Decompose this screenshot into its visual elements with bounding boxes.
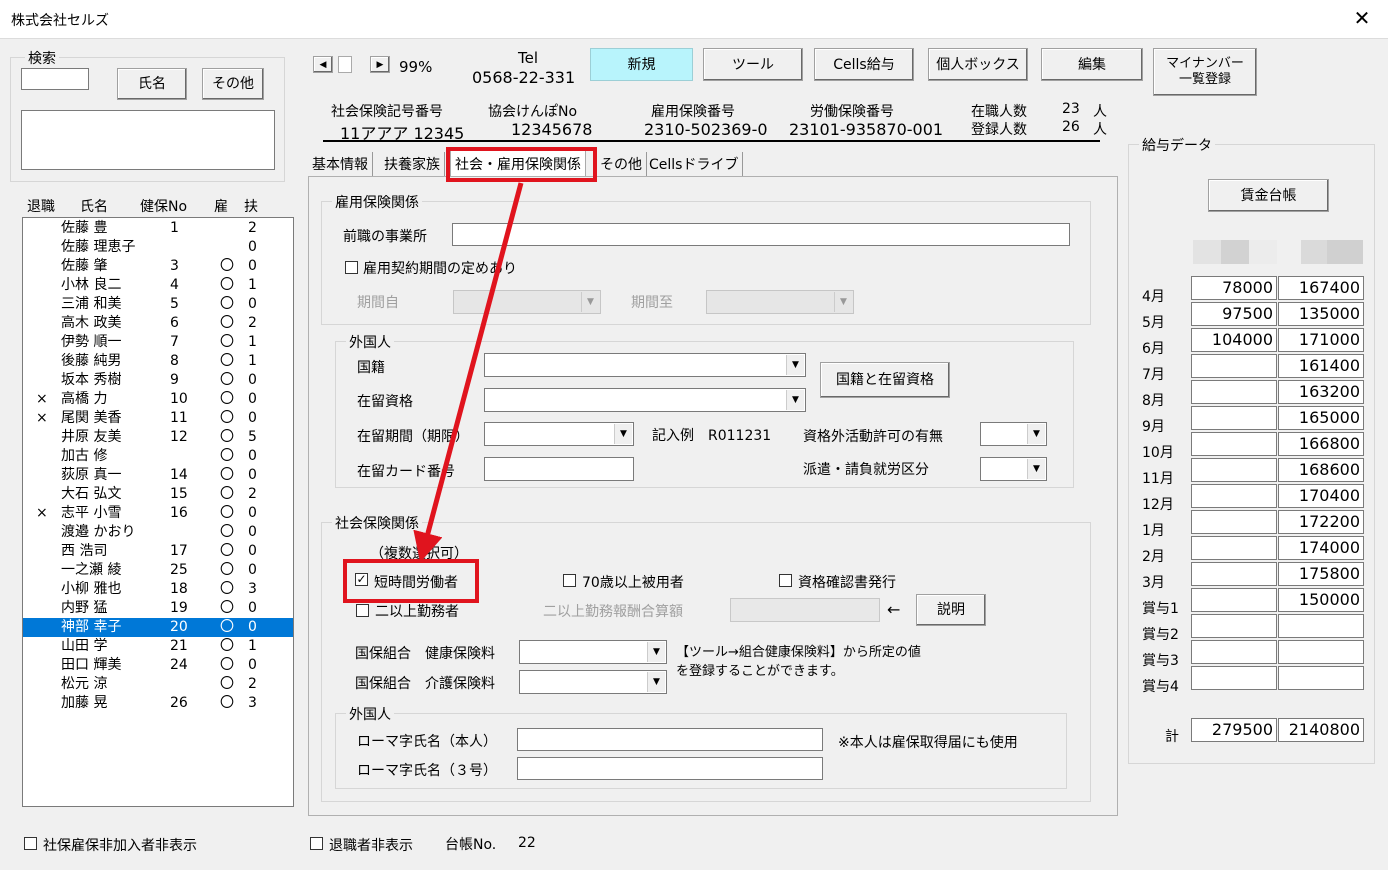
annotation-arrow-icon <box>413 182 524 563</box>
